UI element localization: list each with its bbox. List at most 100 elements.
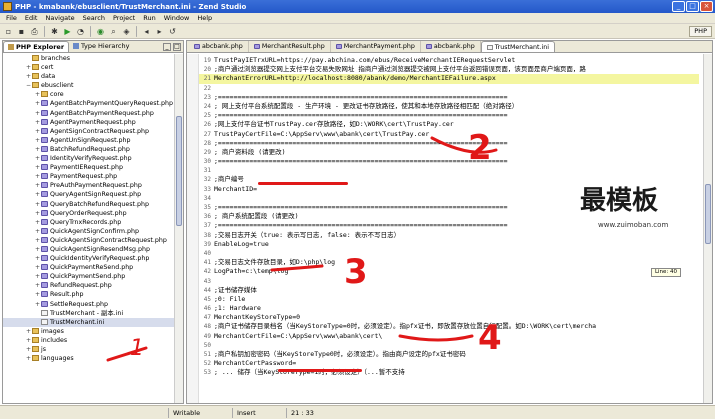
perspective-switcher[interactable]: PHP	[689, 26, 712, 37]
minimize-panel-button[interactable]: _	[163, 42, 171, 51]
expand-toggle-icon[interactable]: +	[34, 190, 41, 199]
code-line[interactable]: 30 ;=====================================…	[199, 157, 699, 166]
code-line[interactable]: 49 MerchantCertFile=C:\AppServ\www\abank\…	[199, 332, 699, 341]
debug-icon[interactable]: ✱	[49, 26, 60, 37]
tree-item[interactable]: + QuickAgentSignResendMsg.php	[3, 245, 175, 254]
menu-item-navigate[interactable]: Navigate	[41, 14, 78, 22]
tree-item[interactable]: + includes	[3, 336, 175, 345]
tab-php-explorer[interactable]: PHP Explorer	[3, 41, 70, 52]
save-icon[interactable]: ▪	[16, 26, 27, 37]
expand-toggle-icon[interactable]: +	[34, 99, 41, 108]
tree-item[interactable]: − ebusclient	[3, 81, 175, 90]
expand-toggle-icon[interactable]: +	[34, 290, 41, 299]
minimize-button[interactable]: _	[672, 1, 685, 12]
expand-toggle-icon[interactable]: +	[34, 300, 41, 309]
tree-item[interactable]: + AgentBatchPaymentQueryRequest.php	[3, 99, 175, 108]
expand-toggle-icon[interactable]: +	[34, 172, 41, 181]
tree-item[interactable]: + PaymentRequest.php	[3, 172, 175, 181]
tree-item[interactable]: + js	[3, 345, 175, 354]
expand-toggle-icon[interactable]: +	[34, 281, 41, 290]
tree-item[interactable]: + images	[3, 327, 175, 336]
code-line[interactable]: 25 ;=====================================…	[199, 111, 699, 120]
expand-toggle-icon[interactable]: +	[25, 63, 32, 72]
code-line[interactable]: 23 ;=====================================…	[199, 93, 699, 102]
tree-item[interactable]: TrustMerchant - 副本.ini	[3, 309, 175, 318]
maximize-panel-button[interactable]: □	[173, 42, 181, 51]
code-line[interactable]: 42 LogPath=c:\temp\log	[199, 267, 699, 276]
expand-toggle-icon[interactable]: +	[25, 354, 32, 363]
tree-item[interactable]: + PreAuthPaymentRequest.php	[3, 181, 175, 190]
explorer-scrollbar[interactable]	[174, 54, 183, 403]
code-line[interactable]: 27 TrustPayCertFile=C:\AppServ\www\abank\…	[199, 130, 699, 139]
expand-toggle-icon[interactable]: +	[25, 336, 32, 345]
close-button[interactable]: ×	[700, 1, 713, 12]
code-line[interactable]: 31	[199, 166, 699, 175]
expand-toggle-icon[interactable]: +	[25, 72, 32, 81]
expand-toggle-icon[interactable]: +	[34, 263, 41, 272]
menu-item-file[interactable]: File	[2, 14, 21, 22]
back-icon[interactable]: ◂	[141, 26, 152, 37]
menu-item-run[interactable]: Run	[139, 14, 159, 22]
code-line[interactable]: 50	[199, 341, 699, 350]
tree-item[interactable]: + core	[3, 90, 175, 99]
new-class-icon[interactable]: ◉	[95, 26, 106, 37]
editor-tab[interactable]: MerchantPayment.php	[331, 41, 421, 52]
editor-tab[interactable]: TrustMerchant.ini	[480, 41, 555, 52]
code-line[interactable]: 44 ;证书储存媒体	[199, 286, 699, 295]
tree-item[interactable]: + languages	[3, 354, 175, 363]
code-line[interactable]: 22	[199, 84, 699, 93]
tree-item[interactable]: + QueryTrnxRecords.php	[3, 218, 175, 227]
code-line[interactable]: 43	[199, 277, 699, 286]
search-icon[interactable]: ⌕	[108, 26, 119, 37]
editor-tab[interactable]: abcbank.php	[189, 41, 249, 52]
expand-toggle-icon[interactable]: +	[34, 163, 41, 172]
tree-item[interactable]: + SettleRequest.php	[3, 300, 175, 309]
tree-item[interactable]: + QueryAgentSignRequest.php	[3, 190, 175, 199]
expand-toggle-icon[interactable]: +	[34, 109, 41, 118]
expand-toggle-icon[interactable]: +	[25, 345, 32, 354]
tree-item[interactable]: + PaymentIERequest.php	[3, 163, 175, 172]
tree-item[interactable]: + QueryOrderRequest.php	[3, 209, 175, 218]
new-file-icon[interactable]: ▫	[3, 26, 14, 37]
menu-item-edit[interactable]: Edit	[21, 14, 42, 22]
expand-toggle-icon[interactable]: +	[34, 272, 41, 281]
tree-item[interactable]: + QuickAgentSignContractRequest.php	[3, 236, 175, 245]
expand-toggle-icon[interactable]: +	[34, 254, 41, 263]
expand-toggle-icon[interactable]: +	[34, 136, 41, 145]
expand-toggle-icon[interactable]: +	[34, 90, 41, 99]
expand-toggle-icon[interactable]: +	[34, 245, 41, 254]
tree-item[interactable]: + QuickPaymentSend.php	[3, 272, 175, 281]
code-line[interactable]: 28 ;=====================================…	[199, 139, 699, 148]
expand-toggle-icon[interactable]: −	[25, 81, 32, 90]
code-line[interactable]: 20 ;商户通过浏览器提交网上支付平台交易失败网址 指商户通过浏览器提交被网上支付…	[199, 65, 699, 74]
expand-toggle-icon[interactable]: +	[34, 200, 41, 209]
tree-item[interactable]: + QuickIdentityVerifyRequest.php	[3, 254, 175, 263]
code-line[interactable]: 21 MerchantErrorURL=http://localhost:8080…	[199, 74, 699, 84]
expand-toggle-icon[interactable]: +	[25, 327, 32, 336]
editor-tab[interactable]: abcbank.php	[421, 41, 481, 52]
tree-item[interactable]: + BatchRefundRequest.php	[3, 145, 175, 154]
menu-item-project[interactable]: Project	[109, 14, 139, 22]
expand-toggle-icon[interactable]: +	[34, 127, 41, 136]
tab-type-hierarchy[interactable]: Type Hierarchy	[69, 41, 133, 52]
code-line[interactable]: 46 ;1: Hardware	[199, 304, 699, 313]
expand-toggle-icon[interactable]: +	[34, 218, 41, 227]
code-line[interactable]: 48 ;商户证书储存目录档名（当KeyStoreType=0时，必须设定）。指pf…	[199, 322, 699, 331]
tree-item[interactable]: + AgentSignContractRequest.php	[3, 127, 175, 136]
expand-toggle-icon[interactable]: +	[34, 236, 41, 245]
open-type-icon[interactable]: ◈	[121, 26, 132, 37]
last-edit-icon[interactable]: ↺	[167, 26, 178, 37]
expand-toggle-icon[interactable]: +	[34, 154, 41, 163]
code-line[interactable]: 19 TrustPayIETrxURL=https://pay.abchina.c…	[199, 56, 699, 65]
tree-item[interactable]: + AgentPaymentRequest.php	[3, 118, 175, 127]
tree-item[interactable]: + cert	[3, 63, 175, 72]
tree-item[interactable]: + AgentUnSignRequest.php	[3, 136, 175, 145]
expand-toggle-icon[interactable]: +	[34, 118, 41, 127]
code-line[interactable]: 40	[199, 249, 699, 258]
code-line[interactable]: 41 ;交易日志文件存放目录，如D:\php\log	[199, 258, 699, 267]
tree-item[interactable]: + QuickPaymentReSend.php	[3, 263, 175, 272]
code-line[interactable]: 29; 商户资料段 (请更改)	[199, 148, 699, 157]
menu-item-search[interactable]: Search	[79, 14, 109, 22]
tree-item[interactable]: + RefundRequest.php	[3, 281, 175, 290]
code-line[interactable]: 51 ;商户私钥加密密码（当KeyStoreType0时，必须设定）。指由商户设定…	[199, 350, 699, 359]
